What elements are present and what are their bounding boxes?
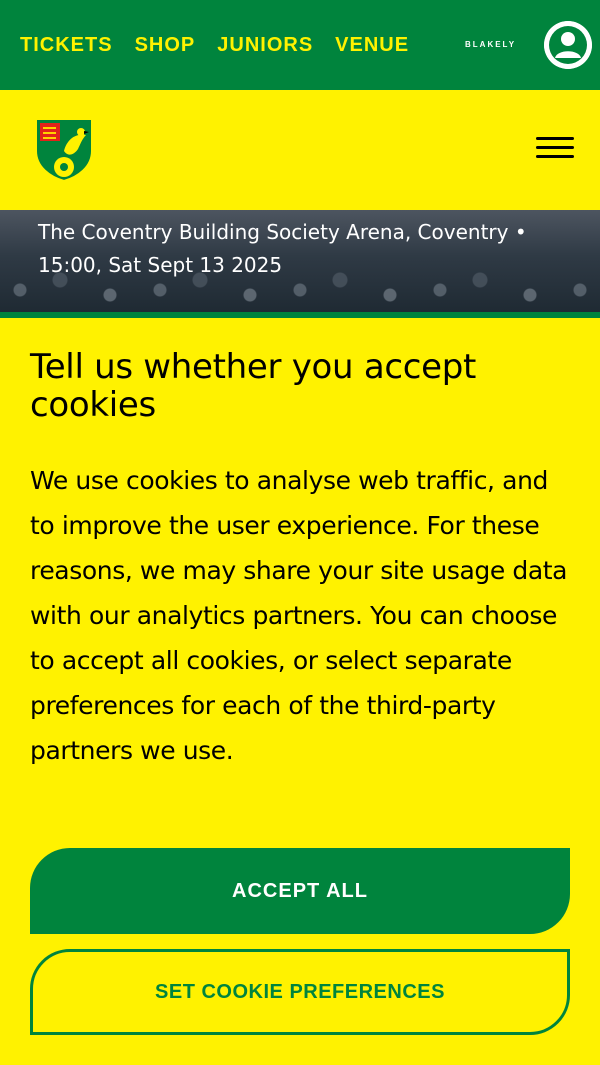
nav-link-shop[interactable]: SHOP bbox=[135, 34, 196, 57]
cookie-consent-banner: Tell us whether you accept cookies We us… bbox=[0, 318, 600, 1065]
nav-link-tickets[interactable]: TICKETS bbox=[20, 34, 113, 57]
club-crest-logo[interactable] bbox=[34, 117, 94, 183]
nav-link-venue[interactable]: VENUE bbox=[335, 34, 409, 57]
accept-all-cookies-button[interactable]: ACCEPT ALL bbox=[30, 848, 570, 934]
fixture-banner: The Coventry Building Society Arena, Cov… bbox=[0, 210, 600, 312]
primary-nav: TICKETS SHOP JUNIORS VENUE bbox=[20, 34, 431, 57]
sponsor-logo[interactable]: BLAKELY bbox=[465, 40, 516, 49]
site-header bbox=[0, 90, 600, 210]
hamburger-line bbox=[536, 155, 574, 158]
cookie-banner-title: Tell us whether you accept cookies bbox=[30, 347, 477, 425]
cookie-banner-description: We use cookies to analyse web traffic, a… bbox=[30, 466, 568, 765]
hamburger-menu-icon[interactable] bbox=[536, 137, 574, 163]
fixture-venue-datetime: The Coventry Building Society Arena, Cov… bbox=[38, 220, 527, 277]
hamburger-line bbox=[536, 137, 574, 140]
user-account-icon[interactable] bbox=[544, 21, 592, 69]
top-navigation-bar: TICKETS SHOP JUNIORS VENUE BLAKELY bbox=[0, 0, 600, 90]
hamburger-line bbox=[536, 146, 574, 149]
nav-link-juniors[interactable]: JUNIORS bbox=[217, 34, 313, 57]
set-cookie-preferences-button[interactable]: SET COOKIE PREFERENCES bbox=[30, 949, 570, 1035]
